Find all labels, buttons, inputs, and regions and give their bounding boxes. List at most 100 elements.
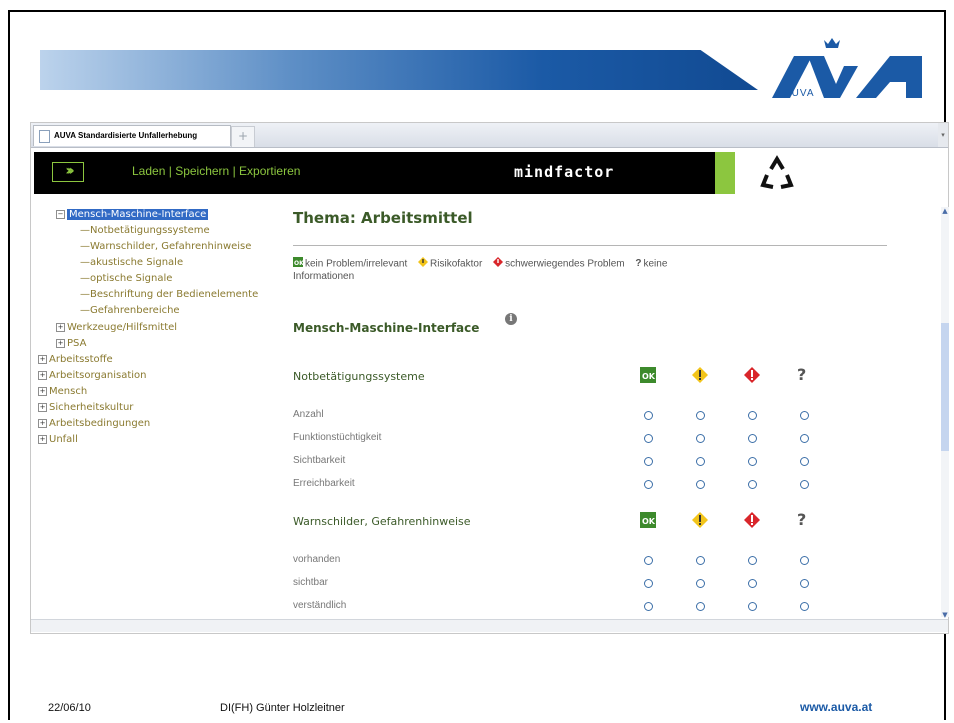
- radio-severe[interactable]: [748, 411, 757, 420]
- footer-author: DI(FH) Günter Holzleitner: [220, 702, 345, 714]
- expand-icon[interactable]: +: [38, 434, 47, 444]
- radio-ok[interactable]: [644, 602, 653, 611]
- legend-risk-label: Risikofaktor: [430, 258, 483, 270]
- radio-ok[interactable]: [644, 411, 653, 420]
- radio-ok[interactable]: [644, 556, 653, 565]
- svg-text:OK: OK: [642, 517, 656, 526]
- recycle-icon: [760, 155, 794, 189]
- group-title: Warnschilder, Gefahrenhinweise: [293, 515, 471, 528]
- radio-ok[interactable]: [644, 579, 653, 588]
- warning-icon: [692, 367, 708, 383]
- tree-node[interactable]: + Sicherheitskultur: [38, 400, 133, 416]
- footer-url[interactable]: www.auva.at: [800, 700, 872, 714]
- tree-node[interactable]: + Mensch: [38, 384, 87, 400]
- green-accent-bar: [715, 152, 735, 194]
- expand-icon[interactable]: +: [38, 418, 47, 428]
- svg-text:OK: OK: [642, 372, 656, 381]
- tree-node[interactable]: + PSA: [56, 336, 86, 352]
- scroll-up-icon[interactable]: ▲: [941, 207, 949, 215]
- warning-icon: [418, 257, 429, 271]
- radio-severe[interactable]: [748, 434, 757, 443]
- browser-tab[interactable]: AUVA Standardisierte Unfallerhebung: [33, 125, 231, 146]
- radio-risk[interactable]: [696, 457, 705, 466]
- tree-leaf[interactable]: —akustische Signale: [80, 255, 183, 271]
- logo-text: AUVA: [784, 88, 815, 99]
- chevrons-icon[interactable]: ›››: [52, 162, 84, 182]
- item-label: verständlich: [293, 600, 347, 611]
- new-tab-button[interactable]: +: [231, 126, 255, 147]
- collapse-icon[interactable]: −: [56, 209, 65, 219]
- info-icon[interactable]: i: [505, 313, 517, 325]
- radio-unknown[interactable]: [800, 602, 809, 611]
- danger-icon: [744, 512, 760, 528]
- radio-unknown[interactable]: [800, 480, 809, 489]
- radio-unknown[interactable]: [800, 556, 809, 565]
- item-label: vorhanden: [293, 554, 341, 565]
- tree-node[interactable]: + Unfall: [38, 432, 78, 448]
- radio-ok[interactable]: [644, 434, 653, 443]
- save-link[interactable]: Speichern: [175, 164, 229, 178]
- expand-icon[interactable]: +: [38, 354, 47, 364]
- app-toolbar: ››› Laden | Speichern | Exportieren mind…: [34, 152, 715, 194]
- tree-leaf[interactable]: —optische Signale: [80, 271, 172, 287]
- tab-list-button[interactable]: ▾: [938, 123, 948, 147]
- radio-severe[interactable]: [748, 457, 757, 466]
- question-icon: ?: [635, 258, 642, 269]
- tree-node[interactable]: + Arbeitsorganisation: [38, 368, 147, 384]
- radio-risk[interactable]: [696, 556, 705, 565]
- menu-separator: |: [232, 164, 236, 178]
- legend: OK kein Problem/irrelevant Risikofaktor s…: [293, 257, 813, 283]
- tree-node[interactable]: + Werkzeuge/Hilfsmittel: [56, 320, 177, 336]
- file-menu: Laden | Speichern | Exportieren: [132, 164, 300, 178]
- expand-icon[interactable]: +: [38, 386, 47, 396]
- legend-unknown-label: keine: [643, 258, 668, 270]
- expand-icon[interactable]: +: [38, 402, 47, 412]
- header-banner: [40, 50, 758, 90]
- radio-ok[interactable]: [644, 457, 653, 466]
- legend-ok-label: kein Problem/irrelevant: [305, 258, 408, 270]
- radio-risk[interactable]: [696, 434, 705, 443]
- tree-leaf[interactable]: —Warnschilder, Gefahrenhinweise: [80, 239, 251, 255]
- expand-icon[interactable]: +: [56, 322, 65, 332]
- item-label: sichtbar: [293, 577, 329, 588]
- item-label: Sichtbarkeit: [293, 455, 346, 466]
- scroll-down-icon[interactable]: ▼: [941, 611, 949, 619]
- radio-severe[interactable]: [748, 480, 757, 489]
- tree-node-mmi[interactable]: − Mensch-Maschine-Interface: [56, 207, 209, 223]
- brand-name: mindfactor: [514, 163, 615, 181]
- footer-date: 22/06/10: [48, 702, 91, 714]
- item-label: Anzahl: [293, 409, 324, 420]
- radio-severe[interactable]: [748, 579, 757, 588]
- radio-ok[interactable]: [644, 480, 653, 489]
- export-link[interactable]: Exportieren: [239, 164, 300, 178]
- radio-unknown[interactable]: [800, 579, 809, 588]
- tree-leaf[interactable]: —Beschriftung der Bedienelemente: [80, 287, 258, 303]
- load-link[interactable]: Laden: [132, 164, 165, 178]
- radio-unknown[interactable]: [800, 457, 809, 466]
- radio-risk[interactable]: [696, 480, 705, 489]
- ok-icon: OK: [640, 367, 656, 383]
- ok-icon: OK: [293, 257, 304, 271]
- tree-leaf[interactable]: —Notbetätigungssysteme: [80, 223, 210, 239]
- section-title: Mensch-Maschine-Interface: [293, 321, 480, 335]
- radio-unknown[interactable]: [800, 411, 809, 420]
- browser-window: AUVA Standardisierte Unfallerhebung + ▾ …: [30, 122, 949, 634]
- radio-risk[interactable]: [696, 411, 705, 420]
- danger-icon: [493, 257, 504, 271]
- radio-severe[interactable]: [748, 556, 757, 565]
- ok-icon: OK: [640, 512, 656, 528]
- radio-unknown[interactable]: [800, 434, 809, 443]
- radio-risk[interactable]: [696, 602, 705, 611]
- scrollbar-thumb[interactable]: [941, 323, 949, 451]
- horizontal-scrollbar[interactable]: [31, 619, 948, 632]
- warning-icon: [692, 512, 708, 528]
- tree-node[interactable]: + Arbeitsstoffe: [38, 352, 113, 368]
- expand-icon[interactable]: +: [56, 338, 65, 348]
- tab-bar: AUVA Standardisierte Unfallerhebung + ▾: [31, 123, 948, 148]
- radio-risk[interactable]: [696, 579, 705, 588]
- radio-severe[interactable]: [748, 602, 757, 611]
- expand-icon[interactable]: +: [38, 370, 47, 380]
- legend-unknown-label-2: Informationen: [293, 271, 355, 282]
- tree-leaf[interactable]: —Gefahrenbereiche: [80, 303, 180, 319]
- tree-node[interactable]: + Arbeitsbedingungen: [38, 416, 150, 432]
